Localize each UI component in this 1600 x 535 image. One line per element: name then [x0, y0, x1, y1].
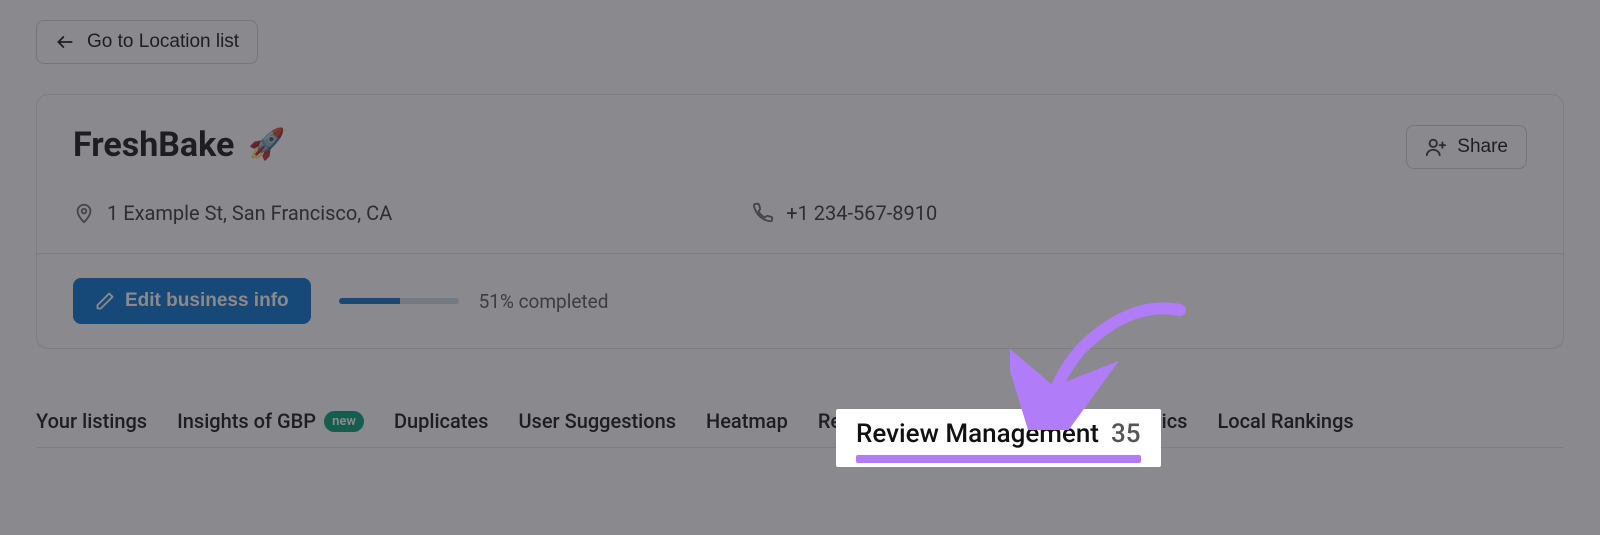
phone-item: +1 234-567-8910	[752, 201, 937, 225]
tab-duplicates[interactable]: Duplicates	[394, 409, 489, 433]
phone-icon	[752, 202, 774, 224]
tab-insights-label: Insights of GBP	[177, 409, 316, 433]
edit-label: Edit business info	[125, 290, 289, 312]
edit-business-button[interactable]: Edit business info	[73, 278, 311, 324]
share-label: Share	[1457, 136, 1508, 158]
business-title: FreshBake	[73, 125, 234, 165]
tab-user-suggestions[interactable]: User Suggestions	[518, 409, 676, 433]
share-button[interactable]: Share	[1406, 125, 1527, 169]
highlight-review-management: Review Management 35	[836, 409, 1161, 467]
highlight-underline	[856, 455, 1141, 463]
tabs-bar: Your listings Insights of GBP new Duplic…	[36, 409, 1564, 448]
highlight-count: 35	[1111, 419, 1141, 449]
progress-label: 51% completed	[479, 290, 609, 313]
progress-fill	[339, 298, 400, 304]
phone-text: +1 234-567-8910	[786, 201, 937, 225]
back-label: Go to Location list	[87, 31, 239, 53]
map-pin-icon	[73, 202, 95, 224]
location-card: FreshBake 🚀 Share	[36, 94, 1564, 349]
tab-local-rankings[interactable]: Local Rankings	[1217, 409, 1353, 433]
arrow-left-icon	[55, 32, 75, 52]
progress-track	[339, 298, 459, 304]
address-item: 1 Example St, San Francisco, CA	[73, 201, 392, 225]
highlight-label: Review Management	[856, 419, 1099, 449]
address-text: 1 Example St, San Francisco, CA	[107, 201, 392, 225]
tab-insights-gbp[interactable]: Insights of GBP new	[177, 409, 364, 433]
highlight-tab: Review Management 35	[856, 419, 1141, 449]
tab-heatmap[interactable]: Heatmap	[706, 409, 788, 433]
person-add-icon	[1425, 136, 1447, 158]
back-button[interactable]: Go to Location list	[36, 20, 258, 64]
pencil-icon	[95, 291, 115, 311]
progress-wrap: 51% completed	[339, 290, 609, 313]
new-badge: new	[324, 411, 364, 432]
rocket-icon: 🚀	[248, 130, 285, 160]
tab-your-listings[interactable]: Your listings	[36, 409, 147, 433]
